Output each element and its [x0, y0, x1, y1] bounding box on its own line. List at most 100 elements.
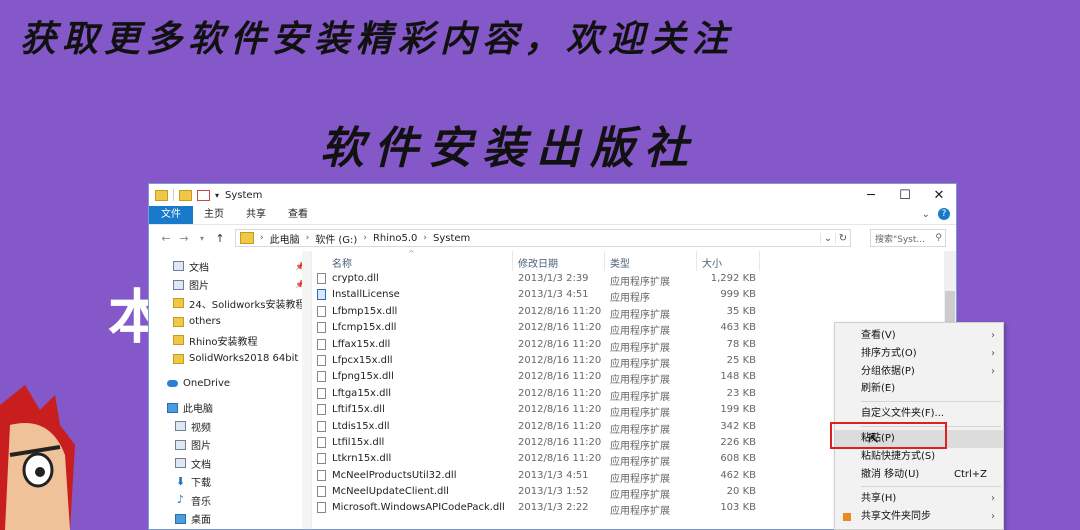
column-header-date[interactable]: 修改日期	[518, 255, 558, 270]
video-icon	[175, 421, 186, 432]
file-size: 148 KB	[720, 371, 756, 383]
maximize-button[interactable]: ☐	[888, 184, 922, 206]
file-name: Lfbmp15x.dll	[332, 305, 398, 317]
address-input[interactable]: › 此电脑 › 软件 (G:) › Rhino5.0 › System ⌄ ↻	[235, 229, 851, 247]
file-size: 78 KB	[726, 338, 756, 350]
column-header-name[interactable]: 名称	[332, 255, 352, 270]
breadcrumb-item[interactable]: System	[433, 233, 470, 244]
recent-chevron-icon[interactable]: ▾	[193, 234, 211, 243]
properties-icon[interactable]	[179, 189, 192, 201]
tab-view[interactable]: 查看	[277, 206, 319, 224]
column-header-type[interactable]: 类型	[610, 255, 630, 270]
back-icon[interactable]: ←	[157, 232, 175, 245]
file-name: Lfpcx15x.dll	[332, 354, 393, 366]
file-type: 应用程序扩展	[610, 490, 670, 502]
help-icon[interactable]: ?	[938, 208, 950, 220]
nav-item-music[interactable]: ♪ 音乐	[149, 491, 311, 510]
breadcrumb-item[interactable]: 此电脑	[270, 231, 300, 246]
column-header-row: ^ 名称 修改日期 类型 大小	[312, 249, 956, 271]
file-date: 2012/8/16 11:20	[518, 371, 602, 383]
file-type: 应用程序扩展	[610, 309, 670, 321]
forward-icon[interactable]: →	[175, 232, 193, 245]
nav-item-folder[interactable]: 24、Solidworks安装教程	[149, 294, 311, 313]
file-date: 2013/1/3 4:51	[518, 469, 589, 481]
file-date: 2013/1/3 1:52	[518, 486, 589, 498]
nav-item-documents[interactable]: 文档 📌	[149, 257, 311, 276]
folder-icon	[155, 189, 168, 201]
menu-item[interactable]: 自定义文件夹(F)...	[835, 405, 1003, 423]
up-icon[interactable]: ↑	[211, 232, 229, 245]
download-icon: ⬇	[175, 474, 186, 488]
menu-item-label: 共享(H)	[861, 493, 897, 505]
menu-item[interactable]: 共享(H) ›	[835, 490, 1003, 508]
chevron-right-icon: ›	[991, 347, 995, 359]
nav-item-onedrive[interactable]: OneDrive	[149, 374, 311, 393]
nav-item-folder[interactable]: others	[149, 313, 311, 332]
file-row[interactable]: InstallLicense 2013/1/3 4:51 应用程序 999 KB	[312, 287, 956, 304]
file-type: 应用程序扩展	[610, 424, 670, 436]
dll-file-icon	[317, 387, 326, 399]
dll-file-icon	[317, 420, 326, 432]
menu-item[interactable]: 共享文件夹同步 ›	[835, 508, 1003, 526]
file-row[interactable]: Lfbmp15x.dll 2012/8/16 11:20 应用程序扩展 35 KB	[312, 304, 956, 321]
dll-file-icon	[317, 404, 326, 416]
file-date: 2012/8/16 11:20	[518, 387, 602, 399]
file-row[interactable]: crypto.dll 2013/1/3 2:39 应用程序扩展 1,292 KB	[312, 271, 956, 288]
column-header-size[interactable]: 大小	[702, 255, 722, 270]
search-input[interactable]: 搜索"Syst... ⚲	[870, 229, 946, 247]
nav-item-pictures[interactable]: 图片 📌	[149, 276, 311, 295]
chevron-down-icon[interactable]: ⌄	[820, 232, 835, 244]
breadcrumb-item[interactable]: 软件 (G:)	[315, 231, 357, 246]
nav-item-downloads[interactable]: ⬇ 下载	[149, 473, 311, 492]
menu-item[interactable]: 分组依据(P) ›	[835, 363, 1003, 381]
tab-file[interactable]: 文件	[149, 206, 193, 224]
menu-item[interactable]: 粘贴快捷方式(S)	[835, 448, 1003, 466]
minimize-button[interactable]: ─	[854, 184, 888, 206]
file-date: 2012/8/16 11:20	[518, 338, 602, 350]
nav-item-videos[interactable]: 视频	[149, 417, 311, 436]
file-date: 2012/8/16 11:20	[518, 453, 602, 465]
file-type: 应用程序扩展	[610, 342, 670, 354]
chevron-right-icon: ›	[991, 330, 995, 341]
menu-item-label: 共享文件夹同步	[861, 511, 931, 523]
chevron-down-icon[interactable]: ▾	[215, 191, 219, 200]
nav-item-folder[interactable]: SolidWorks2018 64bit	[149, 350, 311, 369]
file-size: 199 KB	[720, 404, 756, 416]
menu-item[interactable]: 排序方式(O) ›	[835, 345, 1003, 363]
dll-file-icon	[317, 502, 326, 514]
nav-item-this-pc[interactable]: 此电脑	[149, 399, 311, 418]
dll-file-icon	[317, 453, 326, 465]
file-size: 463 KB	[720, 322, 756, 334]
menu-separator	[861, 486, 1001, 488]
search-icon: ⚲	[935, 233, 942, 243]
menu-item-label: 粘贴快捷方式(S)	[861, 450, 936, 462]
menu-item-label: 自定义文件夹(F)...	[861, 408, 945, 420]
nav-item-documents[interactable]: 文档	[149, 454, 311, 473]
mouse-cursor-icon: ⇱	[868, 432, 879, 447]
refresh-icon[interactable]: ↻	[835, 232, 850, 244]
dll-file-icon	[317, 371, 326, 383]
file-date: 2013/1/3 2:39	[518, 273, 589, 284]
folder-icon	[173, 316, 184, 327]
desktop-icon	[175, 513, 186, 524]
nav-item-folder[interactable]: Rhino安装教程	[149, 331, 311, 350]
menu-item[interactable]: 查看(V) ›	[835, 327, 1003, 345]
tab-home[interactable]: 主页	[193, 206, 235, 224]
file-type: 应用程序扩展	[610, 277, 670, 288]
dll-file-icon	[317, 273, 326, 284]
dll-file-icon	[317, 322, 326, 334]
promo-banner-top: 获取更多软件安装精彩内容，欢迎关注	[20, 18, 735, 60]
nav-item-pictures[interactable]: 图片	[149, 436, 311, 455]
new-folder-icon[interactable]	[197, 189, 210, 201]
breadcrumb-item[interactable]: Rhino5.0	[373, 233, 417, 244]
file-name: Ltkrn15x.dll	[332, 453, 392, 465]
expand-ribbon-icon[interactable]: ⌄	[922, 209, 930, 220]
close-button[interactable]: ✕	[922, 184, 956, 206]
file-size: 103 KB	[720, 502, 756, 514]
nav-item-desktop[interactable]: 桌面	[149, 510, 311, 529]
menu-item[interactable]: 撤消 移动(U) Ctrl+Z	[835, 466, 1003, 484]
menu-item[interactable]: 刷新(E)	[835, 380, 1003, 398]
tab-share[interactable]: 共享	[235, 206, 277, 224]
nav-scrollbar[interactable]	[302, 251, 311, 529]
file-size: 999 KB	[720, 289, 756, 301]
